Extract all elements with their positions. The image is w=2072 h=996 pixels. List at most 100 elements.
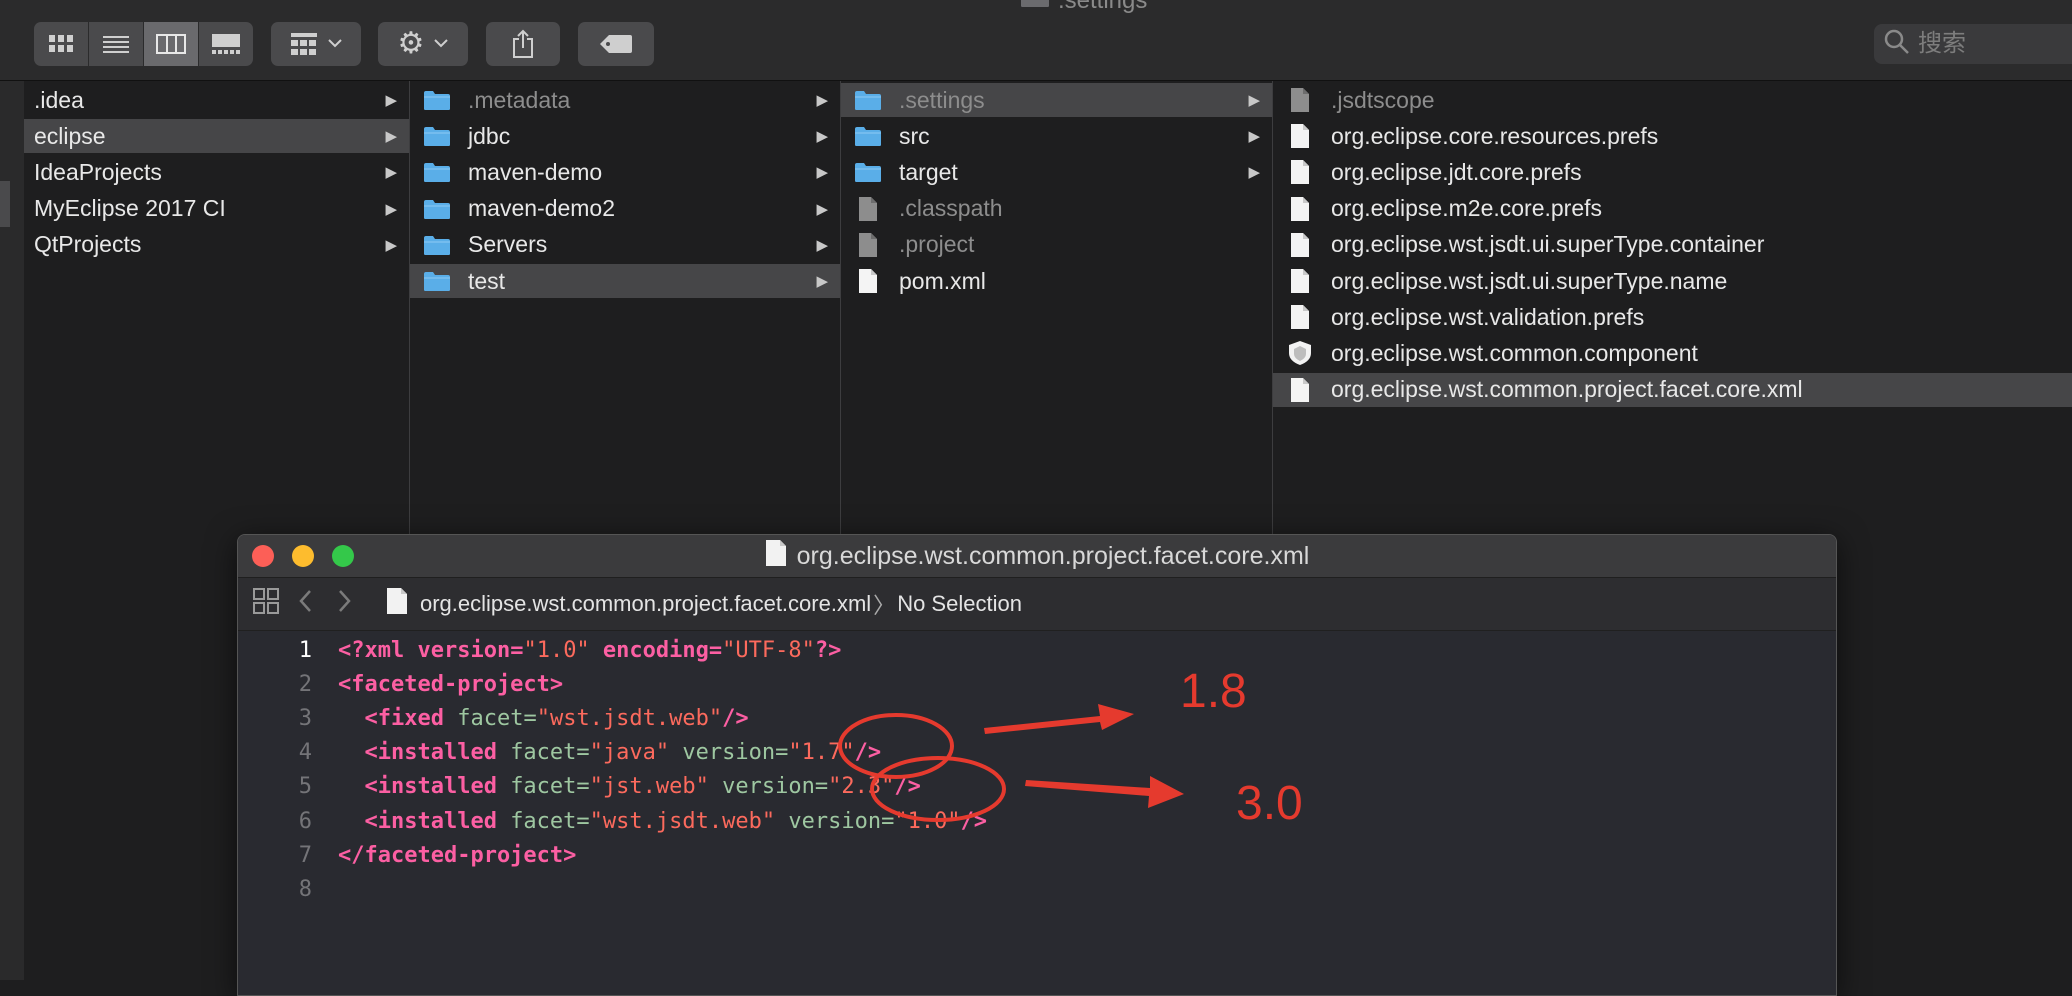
hidden-document-icon <box>853 231 883 259</box>
browser-row[interactable]: .jsdtscope <box>1273 83 2072 117</box>
gallery-view-button[interactable] <box>199 22 253 66</box>
gear-icon: ⚙ <box>397 27 425 60</box>
back-arrow-icon[interactable] <box>298 589 314 619</box>
code-line[interactable]: 2 <faceted-project> <box>238 667 563 701</box>
code-editor[interactable]: 1 <?xml version="1.0" encoding="UTF-8"?> 2… <box>238 633 1836 993</box>
code-line[interactable]: 7 </faceted-project> <box>238 838 577 872</box>
browser-row[interactable]: test ▶ <box>410 264 840 298</box>
browser-row[interactable]: org.eclipse.wst.common.project.facet.cor… <box>1273 372 2072 407</box>
hidden-document-icon <box>853 195 883 223</box>
browser-row-label: MyEclipse 2017 CI <box>34 195 226 222</box>
browser-row-label: jdbc <box>468 122 511 149</box>
browser-row[interactable]: MyEclipse 2017 CI ▶ <box>24 192 409 226</box>
folder-icon <box>422 231 452 259</box>
sidebar-edge <box>0 81 24 980</box>
browser-row[interactable]: org.eclipse.wst.common.component <box>1273 336 2072 370</box>
browser-row-label: eclipse <box>34 122 106 149</box>
breadcrumb-selection[interactable]: No Selection <box>897 591 1022 617</box>
browser-row-label: org.eclipse.wst.common.component <box>1331 339 1698 366</box>
line-number: 2 <box>298 671 312 697</box>
browser-row[interactable]: .project <box>841 228 1272 262</box>
document-icon <box>1285 267 1315 295</box>
disclosure-arrow-icon: ▶ <box>385 164 397 182</box>
forward-arrow-icon[interactable] <box>336 589 352 619</box>
folder-icon <box>422 195 452 223</box>
browser-row[interactable]: Servers ▶ <box>410 228 840 262</box>
columns-icon <box>156 34 186 54</box>
editor-title-text: org.eclipse.wst.common.project.facet.cor… <box>796 541 1310 570</box>
document-icon <box>1285 376 1315 404</box>
code-text: </faceted-project> <box>338 842 577 868</box>
browser-row-label: .metadata <box>468 86 571 113</box>
browser-row-label: maven-demo <box>468 158 603 185</box>
browser-row[interactable]: org.eclipse.jdt.core.prefs <box>1273 155 2072 189</box>
browser-row[interactable]: QtProjects ▶ <box>24 228 409 262</box>
line-number: 1 <box>298 637 312 663</box>
browser-row[interactable]: pom.xml <box>841 264 1272 298</box>
search-input[interactable] <box>1916 29 2070 59</box>
browser-row[interactable]: org.eclipse.wst.jsdt.ui.superType.name <box>1273 264 2072 298</box>
browser-row[interactable]: .settings ▶ <box>841 83 1272 117</box>
search-icon <box>1884 29 1910 60</box>
browser-row[interactable]: src ▶ <box>841 119 1272 153</box>
browser-row-label: .idea <box>34 86 84 113</box>
browser-row[interactable]: org.eclipse.core.resources.prefs <box>1273 119 2072 153</box>
action-menu-button[interactable]: ⚙ <box>378 22 468 66</box>
line-number: 8 <box>298 876 312 902</box>
browser-row-label: .settings <box>899 86 985 113</box>
group-by-button[interactable] <box>271 22 361 66</box>
code-line[interactable]: 1 <?xml version="1.0" encoding="UTF-8"?> <box>238 633 842 667</box>
folder-icon <box>853 158 883 186</box>
tags-button[interactable] <box>578 22 654 66</box>
line-number: 6 <box>298 808 312 834</box>
disclosure-arrow-icon: ▶ <box>385 128 397 146</box>
browser-row[interactable]: maven-demo ▶ <box>410 155 840 189</box>
folder-icon <box>422 267 452 295</box>
browser-row[interactable]: org.eclipse.wst.validation.prefs <box>1273 300 2072 334</box>
disclosure-arrow-icon: ▶ <box>385 236 397 254</box>
browser-row[interactable]: maven-demo2 ▶ <box>410 192 840 226</box>
view-mode-segmented-control <box>34 22 253 66</box>
xcode-editor-window: org.eclipse.wst.common.project.facet.cor… <box>237 534 1837 996</box>
browser-row[interactable]: .classpath <box>841 192 1272 226</box>
list-view-button[interactable] <box>89 22 143 66</box>
browser-row[interactable]: .metadata ▶ <box>410 83 840 117</box>
share-icon <box>513 29 533 58</box>
related-items-icon[interactable] <box>252 587 280 621</box>
line-number: 3 <box>298 705 312 731</box>
breadcrumb-file[interactable]: org.eclipse.wst.common.project.facet.cor… <box>420 591 871 617</box>
browser-row[interactable]: .idea ▶ <box>24 83 409 117</box>
browser-row[interactable]: target ▶ <box>841 155 1272 189</box>
browser-row-label: org.eclipse.m2e.core.prefs <box>1331 195 1603 222</box>
code-line[interactable]: 8 <box>238 872 338 906</box>
document-icon <box>853 267 883 295</box>
browser-row[interactable]: IdeaProjects ▶ <box>24 155 409 189</box>
document-icon <box>765 539 787 574</box>
icon-view-button[interactable] <box>34 22 88 66</box>
editor-title: org.eclipse.wst.common.project.facet.cor… <box>238 535 1836 577</box>
browser-row[interactable]: org.eclipse.m2e.core.prefs <box>1273 192 2072 226</box>
browser-row-label: IdeaProjects <box>34 158 162 185</box>
editor-titlebar[interactable]: org.eclipse.wst.common.project.facet.cor… <box>238 535 1836 578</box>
browser-row-label: test <box>468 267 506 294</box>
disclosure-arrow-icon: ▶ <box>816 273 828 290</box>
code-line[interactable]: 5 <installed facet="jst.web" version="2.… <box>238 770 921 804</box>
browser-row[interactable]: jdbc ▶ <box>410 119 840 153</box>
browser-row-label: org.eclipse.wst.jsdt.ui.superType.name <box>1331 267 1728 294</box>
search-field[interactable] <box>1874 24 2072 64</box>
browser-row[interactable]: org.eclipse.wst.jsdt.ui.superType.contai… <box>1273 228 2072 262</box>
share-button[interactable] <box>486 22 560 66</box>
disclosure-arrow-icon: ▶ <box>816 92 828 109</box>
browser-row-label: maven-demo2 <box>468 195 616 222</box>
folder-icon <box>1020 0 1050 15</box>
code-line[interactable]: 4 <installed facet="java" version="1.7"/… <box>238 736 881 770</box>
column-view-button[interactable] <box>144 22 198 66</box>
browser-row-label: .classpath <box>899 195 1003 222</box>
folder-icon <box>422 86 452 114</box>
tag-icon <box>600 35 632 53</box>
folder-icon <box>422 158 452 186</box>
code-line[interactable]: 3 <fixed facet="wst.jsdt.web"/> <box>238 701 749 735</box>
code-line[interactable]: 6 <installed facet="wst.jsdt.web" versio… <box>238 804 987 838</box>
list-icon <box>103 36 129 53</box>
browser-row[interactable]: eclipse ▶ <box>24 119 409 154</box>
